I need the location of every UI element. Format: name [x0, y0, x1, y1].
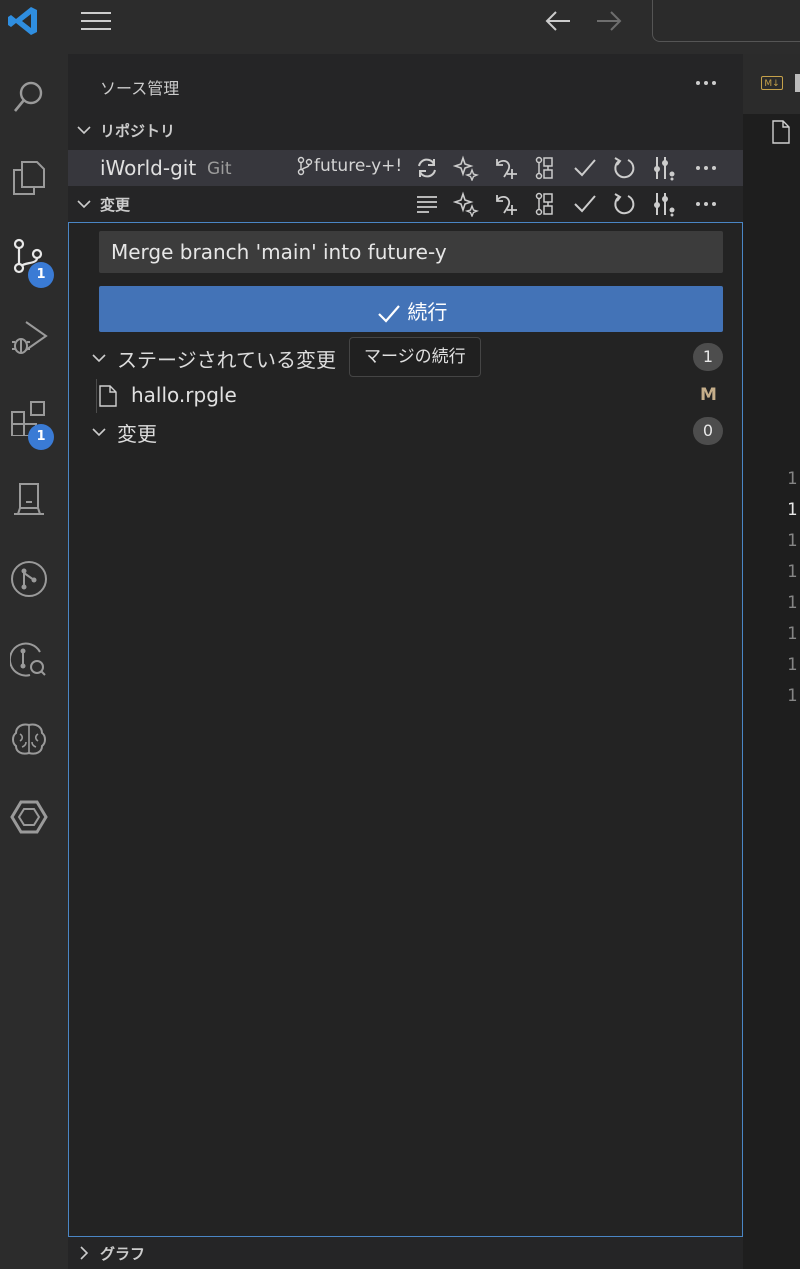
sparkle-icon[interactable]: [453, 155, 479, 181]
staged-count-badge: 1: [693, 343, 723, 371]
editor-tab[interactable]: [795, 74, 800, 92]
activity-search[interactable]: [0, 64, 68, 126]
file-icon: [772, 120, 790, 144]
branch-name: future-y+!: [314, 156, 403, 176]
editor-tab-bar: M↓: [743, 54, 800, 114]
sidebar-title: ソース管理: [100, 79, 180, 98]
discard-add-icon[interactable]: [493, 191, 519, 217]
markdown-tab-icon[interactable]: M↓: [761, 76, 783, 90]
continue-button-label: 続行: [407, 300, 448, 324]
source-control-sidebar: ソース管理 リポジトリ iWorld-git Git future-y+! 変更…: [68, 54, 743, 1269]
line-number: 1: [787, 469, 798, 489]
changes-group-label: 変更: [117, 422, 157, 446]
repositories-section-header[interactable]: リポジトリ: [68, 114, 743, 146]
branch-icon: [296, 156, 314, 176]
command-center[interactable]: [652, 0, 800, 42]
extensions-badge: 1: [28, 424, 54, 450]
graph-label: グラフ: [100, 1245, 146, 1263]
chevron-down-icon: [91, 424, 107, 440]
hexagon-icon: [10, 798, 48, 836]
file-status-modified: M: [700, 385, 717, 405]
explorer-icon: [10, 158, 48, 196]
repositories-label: リポジトリ: [100, 122, 176, 140]
continue-tooltip: マージの続行: [349, 337, 481, 377]
repo-more-icon[interactable]: [693, 155, 719, 181]
staged-changes-label: ステージされている変更: [117, 348, 336, 372]
line-number: 1: [787, 562, 798, 582]
chevron-down-icon: [76, 122, 92, 138]
commit-message-input[interactable]: Merge branch 'main' into future-y: [99, 231, 723, 273]
brain-icon: [10, 720, 48, 758]
line-numbers: 1 1 1 1 1 1 1 1: [787, 464, 797, 712]
continue-button[interactable]: 続行: [99, 286, 723, 332]
editor-area: M↓ 1 1 1 1 1 1 1 1: [743, 54, 800, 1269]
compare-icon[interactable]: [532, 155, 558, 181]
file-name: hallo.rpgle: [131, 383, 237, 407]
vscode-logo-icon: [6, 4, 40, 38]
repo-name: iWorld-git: [100, 156, 197, 180]
discard-add-icon[interactable]: [493, 155, 519, 181]
check-icon: [377, 302, 401, 326]
activity-remote-explorer[interactable]: [0, 466, 68, 528]
sparkle-icon[interactable]: [453, 191, 479, 217]
commit-check-icon[interactable]: [572, 155, 598, 181]
branch-picker[interactable]: future-y+!: [296, 156, 402, 180]
file-icon: [99, 385, 117, 407]
title-bar: [0, 0, 800, 54]
activity-git-graph[interactable]: [0, 546, 68, 608]
changes-group[interactable]: 変更 0: [69, 414, 744, 448]
graph-filter-icon[interactable]: [651, 191, 677, 217]
line-number: 1: [787, 500, 798, 520]
repository-row[interactable]: iWorld-git Git future-y+!: [68, 150, 743, 186]
activity-brain[interactable]: [0, 706, 68, 768]
changes-section-header[interactable]: 変更: [68, 188, 743, 220]
run-debug-icon: [10, 318, 48, 356]
line-number: 1: [787, 531, 798, 551]
refresh-icon[interactable]: [611, 191, 637, 217]
graph-filter-icon[interactable]: [651, 155, 677, 181]
activity-source-control[interactable]: 1: [0, 222, 68, 288]
git-graph-icon: [10, 560, 48, 598]
scm-changes-pane: Merge branch 'main' into future-y 続行 ステー…: [68, 222, 743, 1237]
source-control-badge: 1: [28, 262, 54, 288]
tree-indent-guide: [96, 379, 97, 413]
refresh-icon[interactable]: [611, 155, 637, 181]
activity-explorer[interactable]: [0, 144, 68, 206]
repo-kind: Git: [207, 159, 232, 179]
chevron-down-icon: [91, 350, 107, 366]
changes-more-icon[interactable]: [693, 191, 719, 217]
tree-list-icon[interactable]: [414, 191, 440, 217]
activity-git-history[interactable]: [0, 626, 68, 688]
compare-icon[interactable]: [532, 191, 558, 217]
line-number: 1: [787, 686, 798, 706]
activity-bar: 1 1: [0, 54, 68, 1269]
line-number: 1: [787, 624, 798, 644]
arrow-left-icon[interactable]: [543, 8, 573, 34]
search-icon: [10, 78, 48, 116]
activity-extensions[interactable]: 1: [0, 384, 68, 450]
commit-check-icon[interactable]: [572, 191, 598, 217]
file-row[interactable]: hallo.rpgle M: [69, 379, 744, 413]
activity-hexagon[interactable]: [0, 784, 68, 846]
chevron-right-icon: [76, 1245, 92, 1261]
arrow-right-icon[interactable]: [594, 8, 624, 34]
hamburger-menu-icon[interactable]: [78, 8, 114, 34]
line-number: 1: [787, 593, 798, 613]
line-number: 1: [787, 655, 798, 675]
chevron-down-icon: [76, 196, 92, 212]
activity-run-debug[interactable]: [0, 304, 68, 366]
git-history-icon: [10, 640, 48, 678]
graph-section-header[interactable]: グラフ: [68, 1237, 743, 1269]
changes-section-label: 変更: [100, 196, 131, 214]
sync-icon[interactable]: [414, 155, 440, 181]
more-actions-icon[interactable]: [694, 72, 718, 94]
changes-count-badge: 0: [693, 417, 723, 445]
remote-explorer-icon: [10, 480, 48, 518]
